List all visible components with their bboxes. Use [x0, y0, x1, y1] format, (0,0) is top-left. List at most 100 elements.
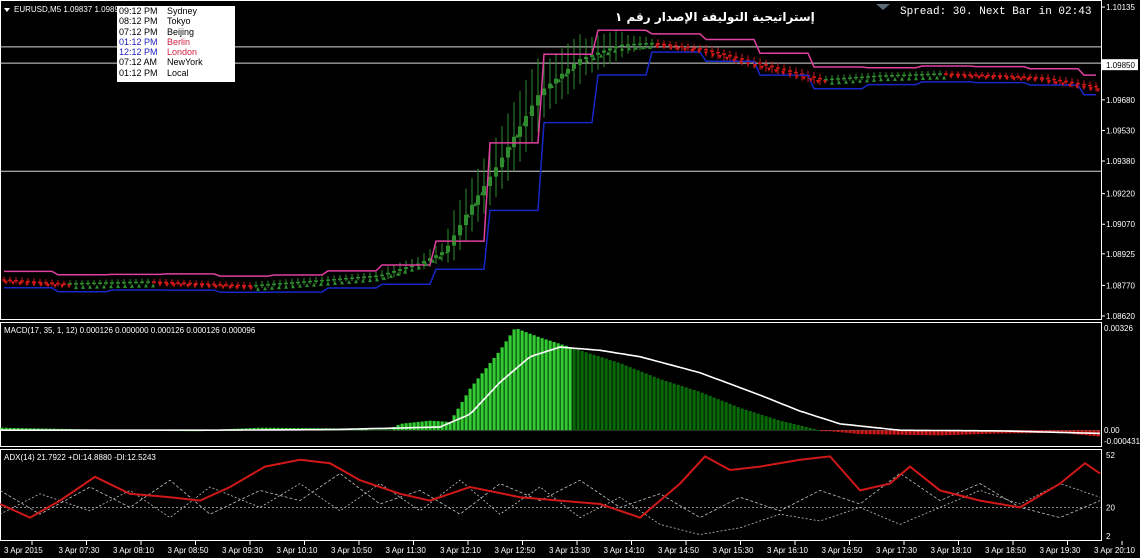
symbol-dropdown-icon[interactable]: [4, 8, 10, 12]
arrow-up-icon: [410, 267, 414, 272]
candle-body: [1070, 81, 1074, 84]
macd-bar: [408, 422, 412, 431]
macd-bar: [600, 357, 604, 431]
candle-body: [422, 261, 426, 264]
macd-bar: [788, 423, 792, 431]
macd-bar: [508, 335, 512, 431]
candle-body: [122, 281, 126, 284]
di-plus-line: [0, 472, 1101, 519]
candle-body: [116, 282, 120, 284]
candle-body: [128, 281, 132, 284]
macd-bar: [864, 430, 868, 435]
candle-body: [782, 68, 786, 71]
candle-body: [680, 45, 684, 48]
macd-bar: [424, 421, 428, 431]
macd-bar: [844, 430, 848, 433]
candle-body: [374, 275, 378, 278]
x-tick-label: 3 Apr 11:30: [386, 546, 427, 555]
x-tick-label: 3 Apr 10:10: [277, 546, 318, 555]
arrow-down-icon: [165, 283, 169, 288]
candle-body: [1082, 83, 1086, 86]
candle-body: [266, 284, 270, 286]
macd-bar: [504, 341, 508, 431]
clock-row: 07:12 AM NewYork: [117, 57, 235, 67]
arrow-down-icon: [760, 65, 764, 70]
y-tick-label: 1.09380: [1106, 157, 1135, 166]
arrow-up-icon: [144, 283, 148, 288]
macd-bar: [404, 423, 408, 431]
x-tick-label: 3 Apr 2015: [4, 546, 43, 555]
macd-bar: [512, 329, 516, 431]
x-tick-label: 3 Apr 10:50: [331, 546, 372, 555]
macd-bar: [760, 414, 764, 431]
arrow-down-icon: [767, 67, 771, 72]
macd-bar: [612, 361, 616, 431]
macd-bar: [804, 426, 808, 431]
spread-info: Spread: 30. Next Bar in 02:43: [900, 6, 1092, 18]
candle-body: [140, 281, 144, 284]
world-clock: 09:12 PM Sydney 08:12 PM Tokyo 07:12 PM Beiji…: [117, 6, 235, 82]
arrow-up-icon: [137, 283, 141, 288]
candle-body: [830, 78, 834, 81]
macd-bar: [716, 399, 720, 431]
candle-body: [920, 73, 924, 76]
macd-bar: [848, 430, 852, 434]
macd-bar: [816, 429, 820, 431]
macd-bar: [500, 347, 504, 431]
macd-bar: [876, 430, 880, 435]
arrow-up-icon: [326, 281, 330, 286]
candle-body: [302, 281, 306, 283]
macd-bar: [704, 394, 708, 431]
candle-body: [890, 74, 894, 77]
macd-bar: [860, 430, 864, 435]
arrow-down-icon: [774, 69, 778, 74]
candle-body: [566, 68, 570, 74]
x-tick-label: 3 Apr 15:30: [713, 546, 754, 555]
chart-canvas[interactable]: 1.10135 1.09850 1.09680 1.09530 1.09380 1.092…: [0, 0, 1140, 558]
candle-body: [908, 74, 912, 76]
arrow-down-icon: [4, 280, 8, 285]
macd-bar: [684, 387, 688, 431]
macd-y-tick-label: 0.00: [1104, 426, 1120, 435]
x-tick-label: 3 Apr 17:30: [876, 546, 917, 555]
candle-body: [1046, 77, 1050, 80]
arrow-down-icon: [704, 51, 708, 56]
candle-body: [614, 46, 618, 49]
clock-row: 08:12 PM Tokyo: [117, 16, 235, 26]
candle-body: [170, 281, 174, 284]
candle-body: [86, 282, 90, 285]
candle-body: [938, 73, 942, 75]
candle-body: [308, 280, 312, 283]
macd-bar: [432, 420, 436, 431]
candle-body: [626, 44, 630, 46]
macd-bar: [828, 430, 832, 432]
candle-body: [368, 276, 372, 278]
x-tick-label: 3 Apr 18:50: [985, 546, 1026, 555]
candle-body: [662, 43, 666, 46]
clock-time: 08:12 PM: [119, 16, 158, 27]
macd-bar: [580, 350, 584, 431]
candle-body: [362, 276, 366, 279]
candle-body: [98, 282, 102, 284]
candle-body: [344, 277, 348, 280]
adx-panel-frame: [0, 449, 1102, 541]
arrow-down-icon: [1040, 78, 1044, 83]
one-click-trading-icon[interactable]: [876, 4, 890, 10]
macd-bar: [872, 430, 876, 435]
macd-bar: [656, 378, 660, 431]
arrow-up-icon: [935, 75, 939, 80]
clock-row: 12:12 PM London: [117, 47, 235, 57]
macd-bar: [696, 391, 700, 431]
candle-body: [434, 255, 438, 259]
candle-body: [440, 252, 444, 256]
macd-bar: [840, 430, 844, 433]
x-tick-label: 3 Apr 08:10: [113, 546, 154, 555]
arrow-up-icon: [298, 283, 302, 288]
arrow-up-icon: [606, 51, 610, 56]
candle-body: [620, 44, 624, 47]
candle-body: [902, 74, 906, 77]
arrow-up-icon: [942, 75, 946, 80]
candle-body: [1010, 75, 1014, 78]
arrow-down-icon: [984, 75, 988, 80]
macd-bar: [712, 397, 716, 431]
